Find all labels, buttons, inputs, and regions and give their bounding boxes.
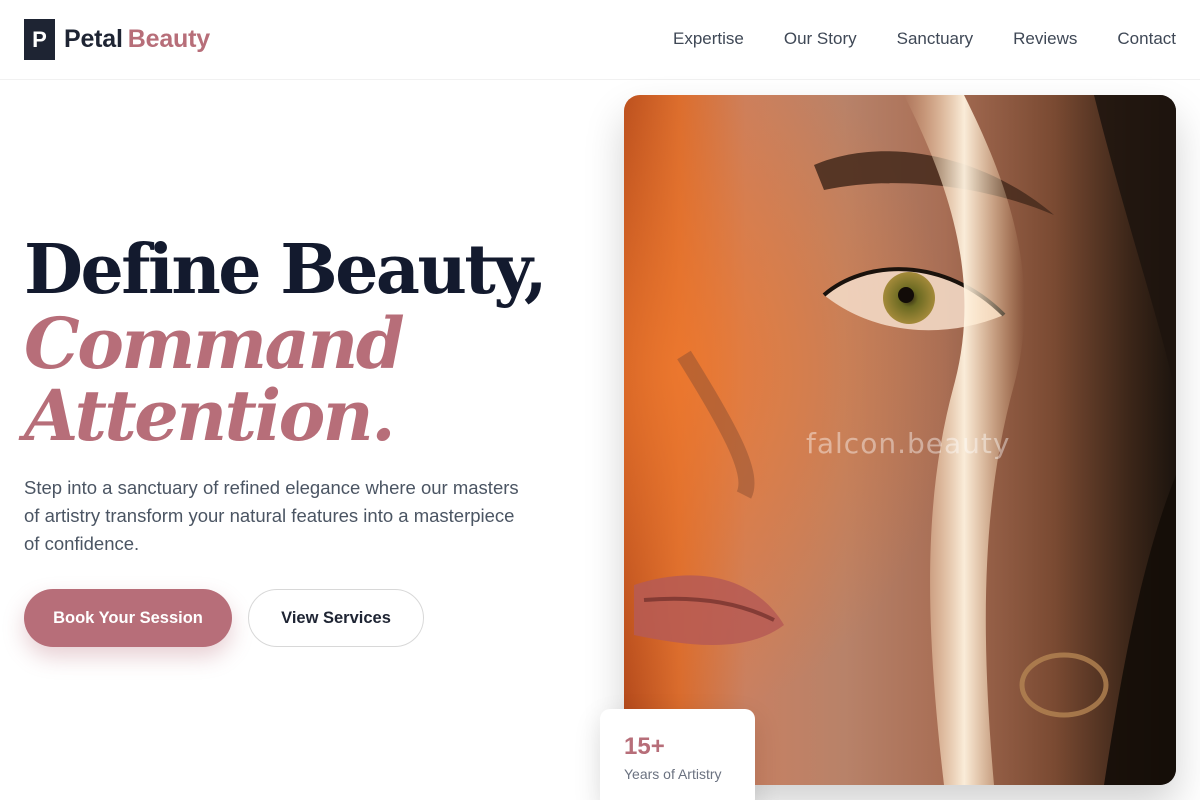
logo-mark: P bbox=[24, 19, 55, 60]
main-nav: Expertise Our Story Sanctuary Reviews Co… bbox=[633, 28, 1176, 50]
brand-name: Petal Beauty bbox=[64, 27, 210, 52]
nav-link-contact[interactable]: Contact bbox=[1117, 28, 1176, 50]
nav-link-expertise[interactable]: Expertise bbox=[673, 28, 744, 50]
site-header: P Petal Beauty Expertise Our Story Sanctu… bbox=[0, 0, 1200, 80]
headline-line-3: Attention. bbox=[24, 374, 396, 457]
brand-logo[interactable]: P Petal Beauty bbox=[24, 19, 210, 60]
headline-line-1: Define Beauty, bbox=[24, 230, 548, 310]
brand-name-first: Petal bbox=[64, 25, 123, 53]
nav-link-our-story[interactable]: Our Story bbox=[784, 28, 857, 50]
stat-value: 15+ bbox=[624, 733, 665, 760]
image-watermark: falcon.beauty bbox=[806, 427, 1011, 460]
stat-label: Years of Artistry bbox=[624, 766, 722, 782]
stat-card: 15+ Years of Artistry bbox=[600, 709, 755, 800]
hero-lead-text: Step into a sanctuary of refined eleganc… bbox=[24, 477, 519, 554]
hero-portrait-image: falcon.beauty bbox=[624, 95, 1176, 785]
headline-line-2: Command bbox=[24, 302, 405, 385]
book-session-button[interactable]: Book Your Session bbox=[24, 589, 232, 647]
brand-name-second: Beauty bbox=[127, 25, 210, 53]
nav-link-sanctuary[interactable]: Sanctuary bbox=[897, 28, 974, 50]
hero-headline: Define Beauty, Command Attention. bbox=[24, 232, 584, 452]
nav-link-reviews[interactable]: Reviews bbox=[1013, 28, 1077, 50]
view-services-button[interactable]: View Services bbox=[248, 589, 424, 647]
